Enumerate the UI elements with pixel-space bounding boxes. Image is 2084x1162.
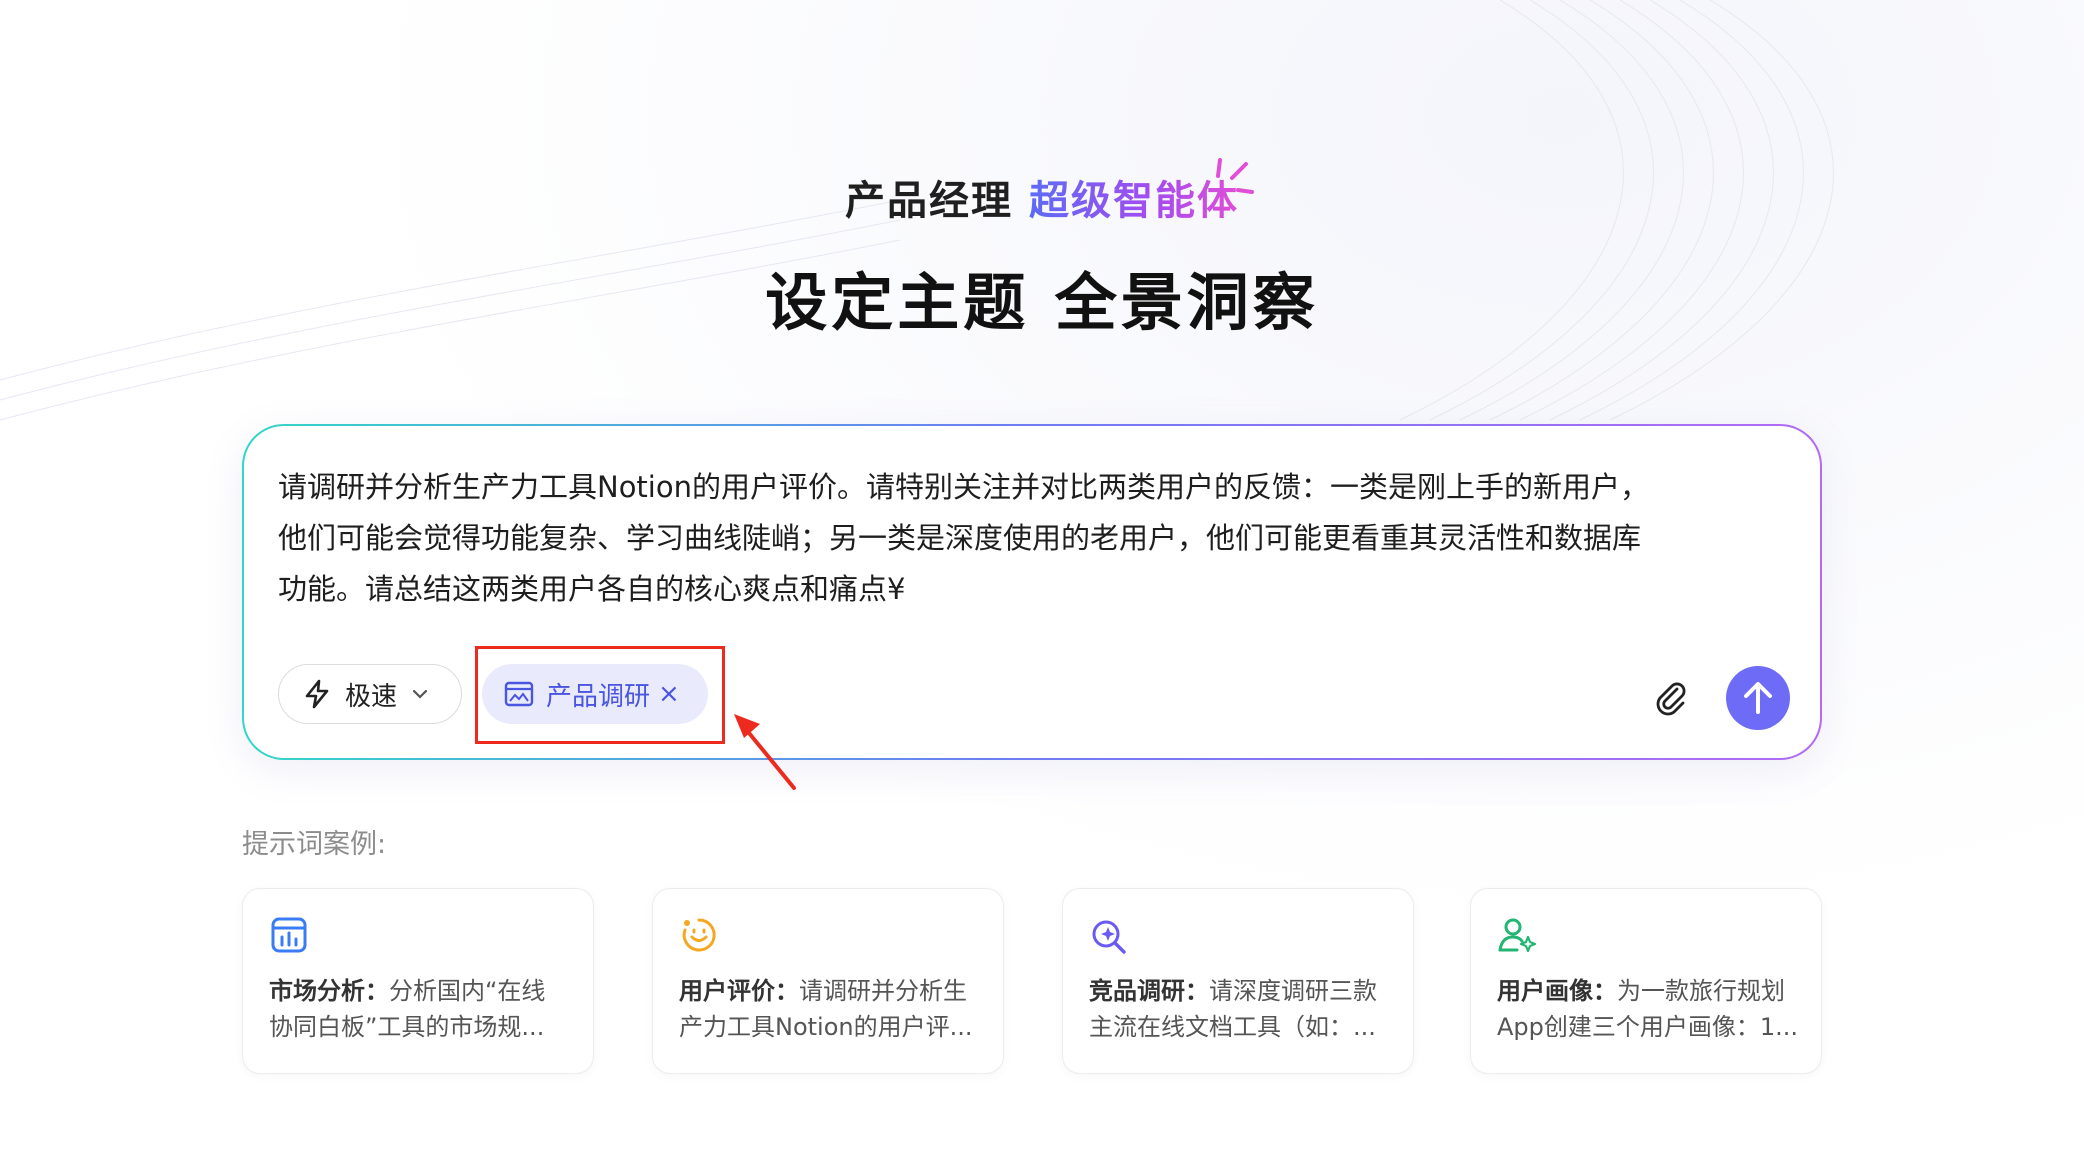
example-card-desc-2: 主流在线文档工具（如：...: [1089, 1013, 1376, 1041]
lightning-icon: [305, 679, 329, 709]
example-card-title: 市场分析：: [269, 977, 389, 1005]
example-card-text: 用户评价：请调研并分析生 产力工具Notion的用户评...: [679, 973, 979, 1045]
speed-mode-select[interactable]: 极速: [278, 664, 462, 724]
agent-subtitle: 产品经理 超级智能体: [0, 168, 2084, 226]
product-research-tag[interactable]: 产品调研 ×: [482, 664, 708, 724]
example-card-desc-2: 产力工具Notion的用户评...: [679, 1013, 973, 1041]
speed-mode-label: 极速: [345, 681, 398, 712]
page-title: 设定主题 全景洞察: [765, 266, 1319, 339]
example-cards: 市场分析：分析国内“在线 协同白板”工具的市场规... 用户评价：请调研并分析生…: [242, 888, 1822, 1076]
sparkle-icon: [1216, 158, 1254, 194]
example-card-user-persona[interactable]: 用户画像：为一款旅行规划 App创建三个用户画像：1....: [1470, 888, 1822, 1074]
example-card-market-analysis[interactable]: 市场分析：分析国内“在线 协同白板”工具的市场规...: [242, 888, 594, 1074]
example-card-text: 市场分析：分析国内“在线 协同白板”工具的市场规...: [269, 973, 569, 1045]
example-card-desc-2: App创建三个用户画像：1....: [1497, 1013, 1797, 1041]
example-card-desc: 请深度调研三款: [1209, 977, 1377, 1005]
example-card-competitor-research[interactable]: 竞品调研：请深度调研三款 主流在线文档工具（如：...: [1062, 888, 1414, 1074]
chevron-down-icon: [412, 689, 428, 699]
example-card-title: 用户画像：: [1497, 977, 1617, 1005]
send-button[interactable]: [1726, 666, 1790, 730]
browser-window-icon: [504, 681, 534, 707]
example-card-desc-2: 协同白板”工具的市场规...: [269, 1013, 545, 1041]
example-card-desc: 为一款旅行规划: [1617, 977, 1785, 1005]
paperclip-icon[interactable]: [1650, 676, 1690, 716]
example-card-user-review[interactable]: 用户评价：请调研并分析生 产力工具Notion的用户评...: [652, 888, 1004, 1074]
search-sparkle-icon: [1092, 920, 1126, 954]
arrow-up-icon: [1744, 682, 1772, 714]
subtitle-highlight: 超级智能体: [1028, 178, 1239, 224]
prompt-input[interactable]: 请调研并分析生产力工具Notion的用户评价。请特别关注并对比两类用户的反馈：一…: [278, 462, 1798, 615]
smile-face-icon: [682, 918, 716, 952]
subtitle-role: 产品经理: [845, 178, 1014, 224]
example-card-text: 用户画像：为一款旅行规划 App创建三个用户画像：1....: [1497, 973, 1797, 1045]
tag-label: 产品调研: [546, 681, 651, 712]
tag-remove-button[interactable]: ×: [658, 679, 680, 709]
example-card-text: 竞品调研：请深度调研三款 主流在线文档工具（如：...: [1089, 973, 1389, 1045]
examples-label: 提示词案例:: [242, 829, 387, 860]
market-chart-icon: [271, 917, 307, 953]
example-card-title: 竞品调研：: [1089, 977, 1209, 1005]
example-card-desc: 请调研并分析生: [799, 977, 967, 1005]
user-sparkle-icon: [1498, 918, 1537, 953]
example-card-title: 用户评价：: [679, 977, 799, 1005]
page: 产品经理 超级智能体 设定主题 全景洞察 请调研并分析生产力工具Notion的用…: [0, 0, 2084, 1162]
prompt-composer: 请调研并分析生产力工具Notion的用户评价。请特别关注并对比两类用户的反馈：一…: [242, 424, 1822, 760]
example-card-desc: 分析国内“在线: [389, 977, 546, 1005]
